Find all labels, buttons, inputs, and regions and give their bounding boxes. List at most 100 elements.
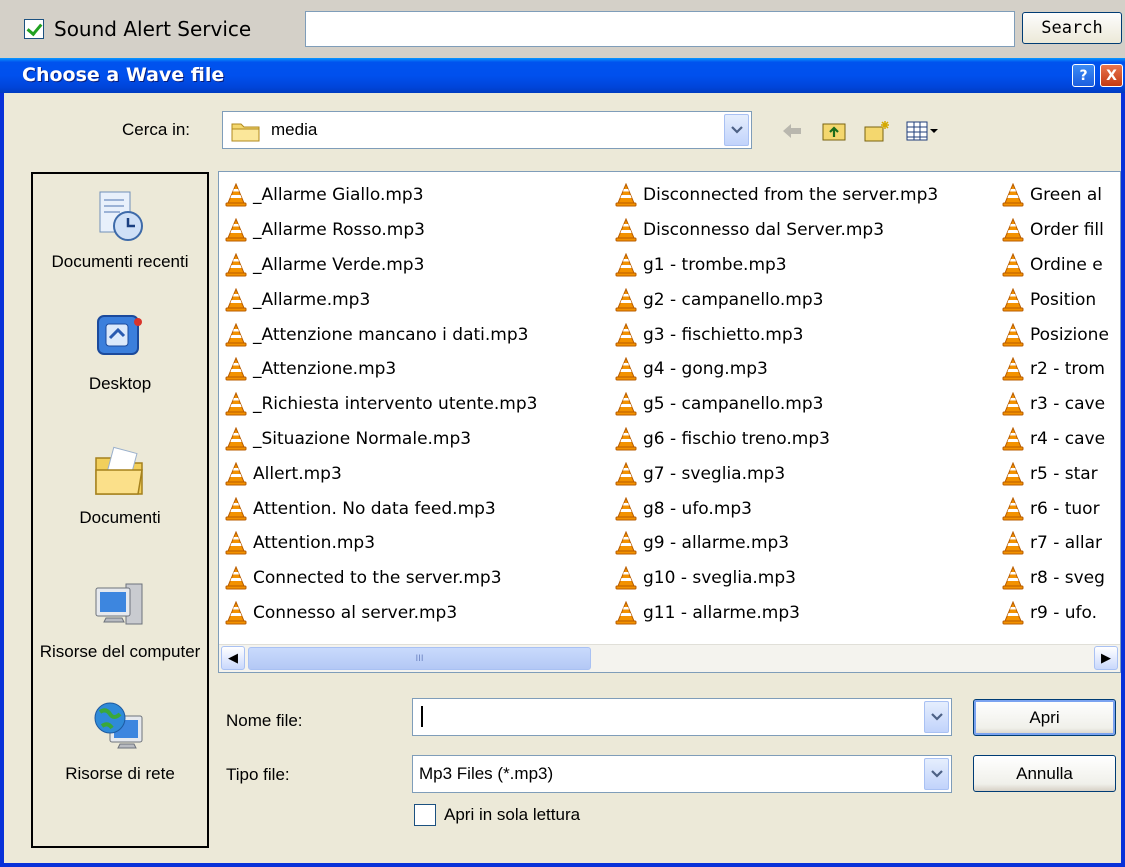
audio-file-icon — [1002, 566, 1024, 590]
file-item[interactable]: g6 - fischio treno.mp3 — [615, 422, 938, 457]
file-item[interactable]: g8 - ufo.mp3 — [615, 491, 938, 526]
file-item[interactable]: g2 - campanello.mp3 — [615, 282, 938, 317]
place-label: Risorse del computer — [39, 642, 201, 661]
audio-file-icon — [615, 600, 637, 625]
file-item[interactable]: Green al — [1002, 178, 1109, 213]
file-name: _Allarme Giallo.mp3 — [253, 185, 424, 206]
file-item[interactable]: _Allarme Rosso.mp3 — [225, 213, 537, 248]
file-item[interactable]: r8 - sveg — [1002, 561, 1109, 596]
file-item[interactable]: g5 - campanello.mp3 — [615, 387, 938, 422]
file-name: r2 - trom — [1030, 359, 1105, 380]
file-name: g5 - campanello.mp3 — [643, 394, 824, 415]
file-item[interactable]: _Situazione Normale.mp3 — [225, 422, 537, 457]
place-my-computer[interactable]: Risorse del computer — [33, 578, 207, 663]
scroll-left-icon[interactable]: ◀ — [221, 646, 245, 670]
file-item[interactable]: Ordine e — [1002, 248, 1109, 283]
file-item[interactable]: g4 - gong.mp3 — [615, 352, 938, 387]
file-item[interactable]: Disconnected from the server.mp3 — [615, 178, 938, 213]
audio-file-icon — [225, 566, 247, 590]
file-type-select[interactable]: Mp3 Files (*.mp3) — [412, 755, 952, 793]
folder-icon — [231, 123, 260, 142]
audio-file-icon — [615, 183, 637, 207]
file-item[interactable]: r6 - tuor — [1002, 491, 1109, 526]
back-arrow-icon[interactable] — [779, 119, 807, 143]
audio-file-icon — [1002, 322, 1024, 347]
file-name: _Allarme.mp3 — [253, 289, 371, 310]
file-column: Green al Order fill Ordine e Position Posizi… — [1002, 178, 1109, 630]
file-name: g10 - sveglia.mp3 — [643, 568, 796, 589]
help-button[interactable]: ? — [1072, 64, 1095, 87]
file-column: _Allarme Giallo.mp3 _Allarme Rosso.mp3 _Al… — [225, 178, 537, 630]
audio-file-icon — [615, 531, 637, 555]
place-documents[interactable]: Documenti — [33, 444, 207, 529]
file-name-field[interactable] — [412, 698, 952, 736]
file-item[interactable]: r3 - cave — [1002, 387, 1109, 422]
file-name: g7 - sveglia.mp3 — [643, 463, 786, 484]
file-item[interactable]: _Attenzione mancano i dati.mp3 — [225, 317, 537, 352]
file-name: Position — [1030, 289, 1097, 310]
chevron-down-icon[interactable] — [724, 114, 749, 146]
up-folder-icon[interactable] — [821, 119, 849, 143]
file-item[interactable]: r4 - cave — [1002, 422, 1109, 457]
close-button[interactable]: X — [1100, 64, 1123, 87]
sound-alert-checkbox[interactable] — [24, 19, 44, 39]
dialog-titlebar[interactable]: Choose a Wave file ? X — [0, 58, 1125, 93]
cancel-button[interactable]: Annulla — [973, 755, 1116, 792]
dialog-title: Choose a Wave file — [22, 64, 225, 86]
horizontal-scrollbar[interactable]: ◀ III ▶ — [219, 644, 1120, 672]
file-list[interactable]: _Allarme Giallo.mp3 _Allarme Rosso.mp3 _Al… — [218, 171, 1121, 673]
file-item[interactable]: g11 - allarme.mp3 — [615, 596, 938, 631]
look-in-combo[interactable]: media — [222, 111, 752, 149]
file-item[interactable]: Connected to the server.mp3 — [225, 561, 537, 596]
audio-file-icon — [615, 496, 637, 521]
file-item[interactable]: g9 - allarme.mp3 — [615, 526, 938, 561]
place-network[interactable]: Risorse di rete — [33, 700, 207, 785]
open-button[interactable]: Apri — [973, 699, 1116, 736]
audio-file-icon — [1002, 287, 1024, 312]
audio-file-icon — [1002, 218, 1024, 242]
file-item[interactable]: Order fill — [1002, 213, 1109, 248]
scroll-thumb[interactable]: III — [248, 647, 591, 670]
file-item[interactable]: Position — [1002, 282, 1109, 317]
file-item[interactable]: r7 - allar — [1002, 526, 1109, 561]
file-item[interactable]: Disconnesso dal Server.mp3 — [615, 213, 938, 248]
file-item[interactable]: Allert.mp3 — [225, 456, 537, 491]
audio-file-icon — [225, 531, 247, 555]
file-item[interactable]: g3 - fischietto.mp3 — [615, 317, 938, 352]
file-name: g9 - allarme.mp3 — [643, 533, 790, 554]
file-item[interactable]: g1 - trombe.mp3 — [615, 248, 938, 283]
file-name: Connesso al server.mp3 — [253, 602, 458, 623]
file-item[interactable]: Connesso al server.mp3 — [225, 596, 537, 631]
chevron-down-icon[interactable] — [924, 701, 949, 733]
file-item[interactable]: _Attenzione.mp3 — [225, 352, 537, 387]
file-item[interactable]: g10 - sveglia.mp3 — [615, 561, 938, 596]
scroll-right-icon[interactable]: ▶ — [1094, 646, 1118, 670]
search-button[interactable]: Search — [1022, 12, 1122, 44]
audio-file-icon — [1002, 357, 1024, 381]
documents-folder-icon — [95, 446, 143, 495]
chevron-down-icon[interactable] — [924, 758, 949, 790]
search-input[interactable] — [305, 11, 1015, 47]
desktop-icon — [97, 315, 142, 355]
audio-file-icon — [615, 426, 637, 451]
place-desktop[interactable]: Desktop — [33, 310, 207, 395]
file-name: Disconnesso dal Server.mp3 — [643, 220, 885, 241]
file-item[interactable]: _Allarme Verde.mp3 — [225, 248, 537, 283]
file-item[interactable]: r5 - star — [1002, 456, 1109, 491]
place-recent-documents[interactable]: Documenti recenti — [33, 188, 207, 273]
file-item[interactable]: _Allarme Giallo.mp3 — [225, 178, 537, 213]
readonly-checkbox[interactable] — [414, 804, 436, 826]
file-item[interactable]: Attention. No data feed.mp3 — [225, 491, 537, 526]
readonly-label: Apri in sola lettura — [444, 805, 581, 824]
file-item[interactable]: _Richiesta intervento utente.mp3 — [225, 387, 537, 422]
file-item[interactable]: Posizione — [1002, 317, 1109, 352]
file-item[interactable]: g7 - sveglia.mp3 — [615, 456, 938, 491]
view-menu-icon[interactable] — [905, 119, 938, 143]
new-folder-icon[interactable] — [863, 119, 891, 143]
file-name: g1 - trombe.mp3 — [643, 254, 787, 275]
file-item[interactable]: r9 - ufo. — [1002, 596, 1109, 631]
file-item[interactable]: Attention.mp3 — [225, 526, 537, 561]
audio-file-icon — [615, 322, 637, 347]
file-item[interactable]: r2 - trom — [1002, 352, 1109, 387]
file-item[interactable]: _Allarme.mp3 — [225, 282, 537, 317]
